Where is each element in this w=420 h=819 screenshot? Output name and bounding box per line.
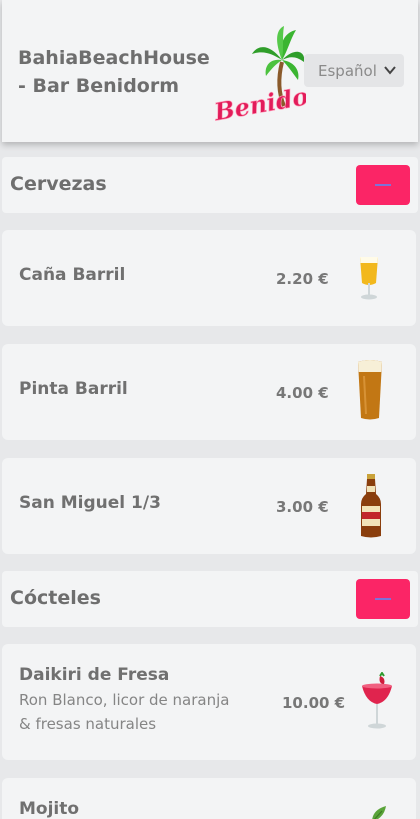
- logo-text: Benidorm: [212, 75, 306, 122]
- menu-item[interactable]: Mojito: [2, 778, 416, 819]
- section-title: Cócteles: [10, 587, 101, 609]
- collapse-button[interactable]: [356, 165, 410, 205]
- language-select[interactable]: Español: [304, 54, 404, 87]
- item-name: Mojito: [19, 799, 80, 819]
- beer-bottle-icon: [361, 474, 381, 538]
- page-title: BahiaBeachHouse - Bar Benidorm: [18, 47, 210, 97]
- item-name: Pinta Barril: [19, 379, 128, 399]
- benidorm-logo: Benidorm: [212, 26, 306, 122]
- menu-item[interactable]: Daikiri de Fresa Ron Blanco, licor de na…: [2, 644, 416, 760]
- minus-icon: [375, 598, 391, 600]
- minus-icon: [375, 184, 391, 186]
- item-price: 10.00 €: [282, 694, 346, 712]
- beer-glass-icon: [360, 257, 378, 300]
- item-price: 3.00 €: [276, 498, 329, 516]
- app-header: BahiaBeachHouse - Bar Benidorm Benidorm …: [2, 0, 418, 142]
- section-header-cocteles[interactable]: Cócteles: [2, 571, 418, 627]
- menu-item[interactable]: Caña Barril 2.20 €: [2, 230, 416, 326]
- language-value: Español: [318, 61, 377, 80]
- collapse-button[interactable]: [356, 579, 410, 619]
- menu-item[interactable]: San Miguel 1/3 3.00 €: [2, 458, 416, 554]
- item-price: 2.20 €: [276, 270, 329, 288]
- strawberry-cocktail-icon: [362, 672, 392, 729]
- pint-glass-icon: [358, 360, 382, 420]
- section-title: Cervezas: [10, 173, 107, 195]
- item-price: 4.00 €: [276, 384, 329, 402]
- mojito-icon: [372, 806, 386, 819]
- item-name: Caña Barril: [19, 265, 126, 285]
- section-header-cervezas[interactable]: Cervezas: [2, 157, 418, 213]
- item-name: Daikiri de Fresa: [19, 665, 170, 685]
- menu-item[interactable]: Pinta Barril 4.00 €: [2, 344, 416, 440]
- item-name: San Miguel 1/3: [19, 493, 161, 513]
- item-description: Ron Blanco, licor de naranja & fresas na…: [19, 691, 230, 733]
- chevron-down-icon: [384, 66, 396, 75]
